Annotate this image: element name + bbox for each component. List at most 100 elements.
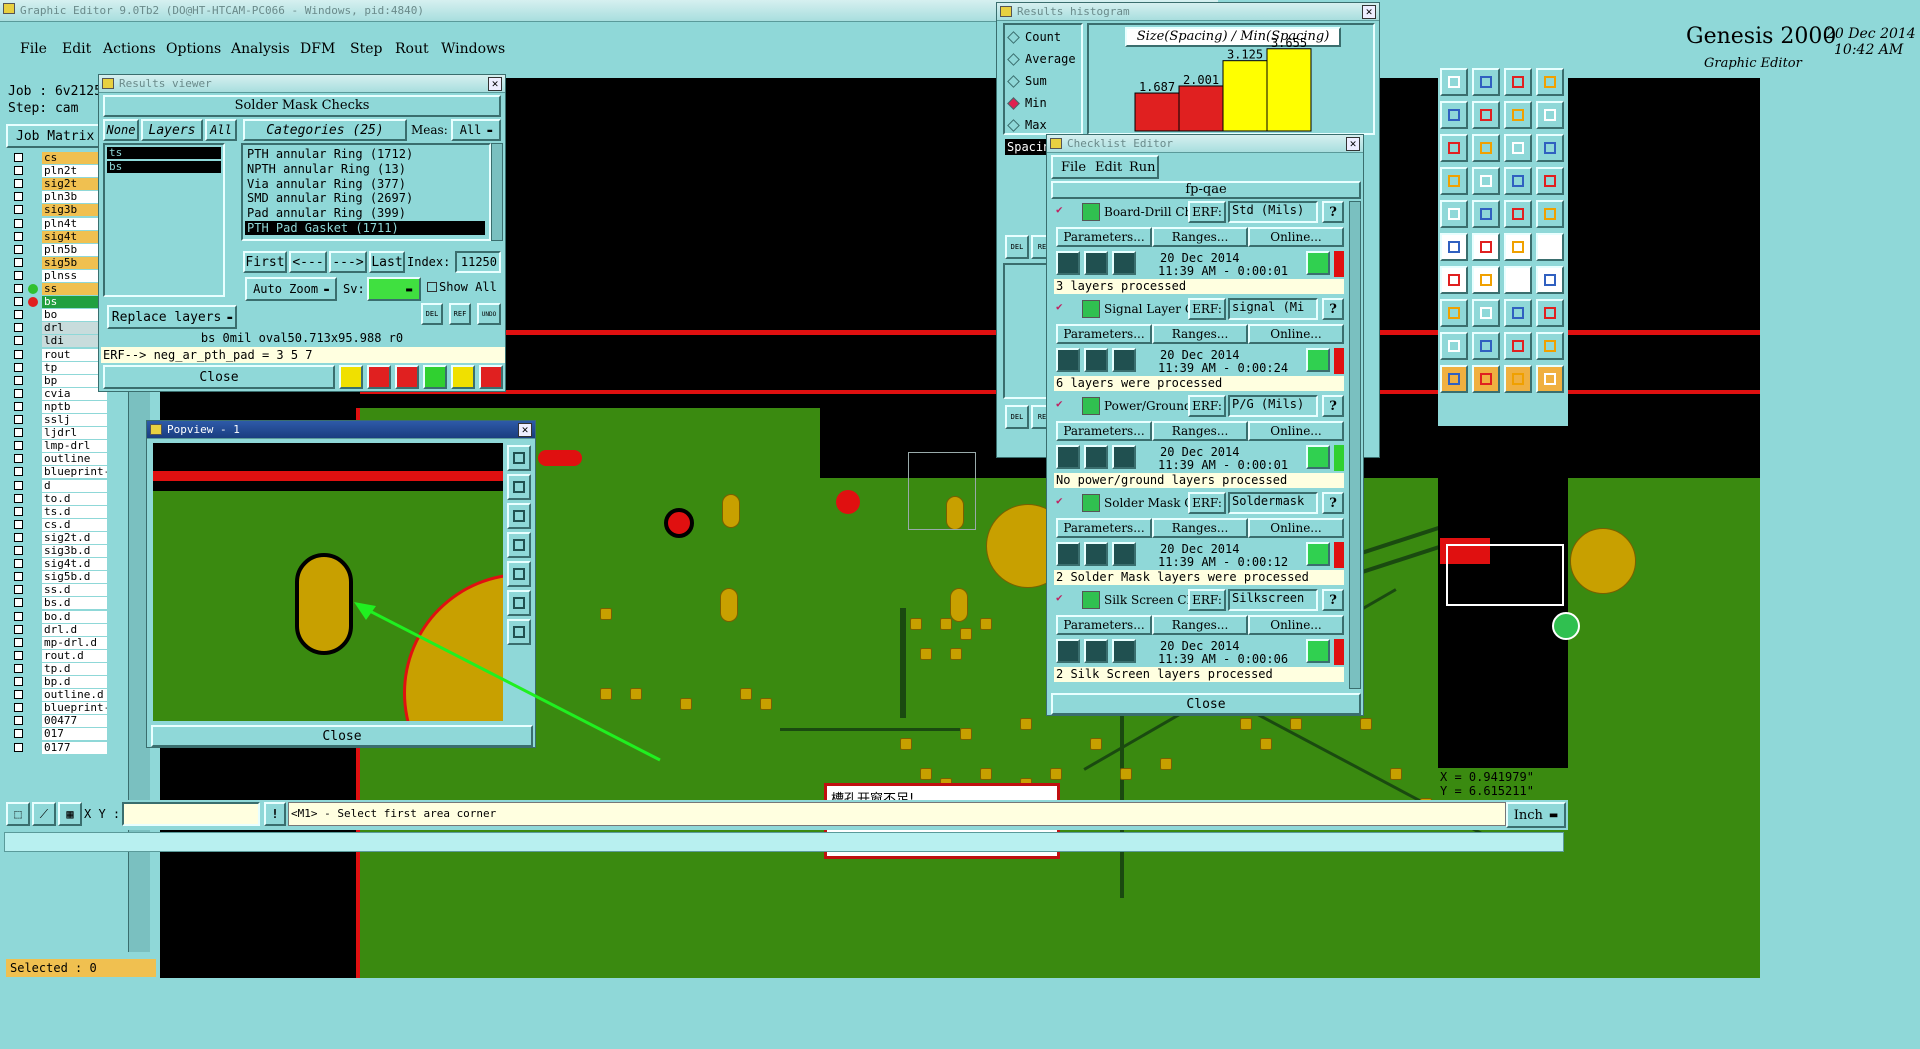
layer-row[interactable]: lmp-drl — [12, 440, 107, 453]
help-icon[interactable]: ? — [1322, 395, 1344, 417]
zoom-icon[interactable] — [1306, 639, 1330, 663]
cursor-icon[interactable] — [1440, 365, 1468, 393]
check-name[interactable]: Board-Drill Che — [1104, 205, 1188, 219]
close-icon[interactable]: ✕ — [488, 77, 502, 91]
menu-analysis[interactable]: Analysis — [231, 41, 290, 57]
layer-checkbox[interactable] — [14, 663, 23, 673]
zoom-in-icon[interactable] — [507, 445, 531, 471]
layers-tab[interactable]: Layers — [141, 119, 203, 141]
layer-row[interactable]: bo.d — [12, 610, 107, 623]
erf-value[interactable]: P/G (Mils) — [1228, 395, 1318, 417]
layer-checkbox[interactable] — [14, 205, 23, 215]
online-button[interactable]: Online... — [1248, 615, 1344, 635]
pick-icon[interactable] — [1536, 365, 1564, 393]
undo-icon[interactable]: UNDO — [477, 303, 501, 325]
layer-row[interactable]: bs.d — [12, 597, 107, 610]
slash-icon[interactable] — [1472, 266, 1500, 294]
ranges-button[interactable]: Ranges... — [1152, 615, 1248, 635]
frame-icon[interactable] — [1504, 299, 1532, 327]
layer-row[interactable]: cs — [12, 152, 107, 164]
layer-checkbox[interactable] — [14, 454, 23, 464]
check-name[interactable]: Signal Layer Ch — [1104, 302, 1188, 316]
tool-icon[interactable]: ⟋ — [32, 802, 56, 826]
layer-checkbox[interactable] — [14, 441, 23, 451]
layer-row[interactable]: blueprint-b — [12, 466, 107, 479]
move-icon[interactable] — [1440, 101, 1468, 129]
layer-checkbox[interactable] — [14, 598, 23, 608]
last-button[interactable]: Last — [369, 251, 405, 273]
layer-checkbox[interactable] — [14, 690, 23, 700]
run-icon[interactable] — [1084, 251, 1108, 275]
zoom-dropdown[interactable]: Auto Zoom ▬ — [245, 277, 337, 301]
layer-checkbox[interactable] — [14, 624, 23, 634]
checklist-menu-file[interactable]: File — [1061, 160, 1086, 175]
menu-step[interactable]: Step — [350, 41, 382, 57]
hist-bar[interactable] — [1178, 85, 1224, 132]
hist-option-count[interactable]: Count — [1007, 29, 1081, 47]
tool-icon[interactable] — [367, 365, 391, 389]
online-button[interactable]: Online... — [1248, 324, 1344, 344]
menu-options[interactable]: Options — [166, 41, 221, 57]
layer-row[interactable]: rout.d — [12, 649, 107, 662]
layer-checkbox[interactable] — [14, 336, 23, 346]
layer-row[interactable]: tp — [12, 361, 107, 374]
layer-checkbox[interactable] — [14, 310, 23, 320]
layer-checkbox[interactable] — [14, 677, 23, 686]
color-icon[interactable] — [1472, 200, 1500, 228]
category-item[interactable]: Via annular Ring (377) — [245, 177, 485, 191]
prev-button[interactable]: <--- — [289, 251, 327, 273]
layer-checkbox[interactable] — [14, 166, 23, 176]
layer-checkbox[interactable] — [14, 703, 23, 713]
online-button[interactable]: Online... — [1248, 227, 1344, 247]
layer-checkbox[interactable] — [14, 546, 23, 555]
grid-icon[interactable] — [1504, 200, 1532, 228]
layer-row[interactable]: ss — [12, 283, 107, 295]
point-icon[interactable] — [1440, 299, 1468, 327]
layer-row[interactable]: 017 — [12, 728, 107, 741]
copy-icon[interactable] — [1472, 101, 1500, 129]
overview-zoom-indicator[interactable] — [1552, 612, 1580, 640]
check-icon[interactable]: ✔ — [1056, 301, 1066, 312]
layer-row[interactable]: drl — [12, 322, 107, 335]
layer-checkbox[interactable] — [14, 480, 23, 490]
check-icon[interactable]: ✔ — [1056, 204, 1066, 215]
all-button[interactable]: All — [205, 119, 237, 141]
layer-row[interactable]: 00477 — [12, 715, 107, 728]
layer-row[interactable]: rout — [12, 348, 107, 361]
del-icon[interactable]: DEL — [421, 303, 443, 325]
menu-dfm[interactable]: DFM — [300, 41, 335, 57]
alert-icon[interactable]: ! — [264, 802, 286, 826]
next-button[interactable]: ---> — [329, 251, 367, 273]
checklist-menu-run[interactable]: Run — [1129, 160, 1156, 175]
parameters-button[interactable]: Parameters... — [1056, 518, 1152, 538]
layer-checkbox[interactable] — [14, 519, 23, 529]
zoom-icon[interactable] — [1306, 542, 1330, 566]
checklist-close-button[interactable]: Close — [1051, 693, 1361, 715]
report-icon[interactable] — [451, 365, 475, 389]
category-item[interactable]: PTH annular Ring (1712) — [245, 147, 485, 161]
ranges-button[interactable]: Ranges... — [1152, 518, 1248, 538]
save-icon[interactable] — [1472, 68, 1500, 96]
run-icon[interactable] — [1112, 251, 1136, 275]
menu-file[interactable]: File — [20, 41, 47, 57]
layer-checkbox[interactable] — [14, 284, 23, 293]
zoom-icon[interactable] — [1306, 445, 1330, 469]
layer-row[interactable]: mp-drl.d — [12, 636, 107, 649]
layer-checkbox[interactable] — [14, 349, 23, 359]
category-item[interactable]: PTH Pad Gasket (1711) — [245, 221, 485, 235]
layer-checkbox[interactable] — [14, 297, 23, 307]
results-close-button[interactable]: Close — [103, 365, 335, 389]
aa-icon[interactable] — [1536, 332, 1564, 360]
layer-checkbox[interactable] — [14, 729, 23, 739]
select-icon[interactable] — [1504, 365, 1532, 393]
layer-row[interactable]: outline — [12, 453, 107, 466]
layer-checkbox[interactable] — [14, 742, 23, 752]
help-icon[interactable]: ? — [1322, 201, 1344, 223]
layer-row[interactable]: sig5b — [12, 256, 107, 269]
feature-icon[interactable] — [1440, 200, 1468, 228]
meas-dropdown[interactable]: All ▬ — [451, 119, 501, 141]
tool-icon[interactable] — [423, 365, 447, 389]
next-icon[interactable] — [507, 561, 531, 587]
layer-row[interactable]: ss.d — [12, 584, 107, 597]
layer-row[interactable]: sig5b.d — [12, 571, 107, 584]
